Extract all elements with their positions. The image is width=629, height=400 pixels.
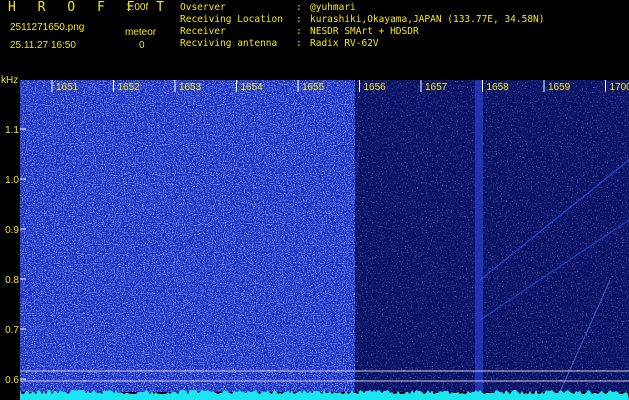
station-info: Ovserver: @yuhmari Receiving Location: kur… <box>180 2 545 50</box>
info-colon: : <box>296 26 302 37</box>
x-tick-label: 1658 <box>487 82 510 93</box>
info-value: Radix RV-62V <box>310 38 379 49</box>
x-tick-label: 1655 <box>302 82 325 93</box>
y-tick-label: 0.7 <box>5 325 19 336</box>
x-tick-label: 1657 <box>425 82 448 93</box>
x-tick-label: 1659 <box>548 82 571 93</box>
info-value: NESDR SMArt + HDSDR <box>310 26 419 37</box>
info-row: Receiver: NESDR SMArt + HDSDR <box>180 26 545 38</box>
y-tick-label: 1.0 <box>5 175 19 186</box>
signal-streak <box>475 80 483 392</box>
filename-label: 2511271650.png <box>10 22 85 33</box>
x-tick-label: 1656 <box>364 82 387 93</box>
info-row: Ovserver: @yuhmari <box>180 2 545 14</box>
x-tick-label: 1652 <box>118 82 141 93</box>
y-unit-label: kHz <box>1 75 19 86</box>
spectrogram-noise-dark <box>355 80 629 392</box>
info-colon: : <box>296 38 302 49</box>
meteor-label: meteor <box>125 27 157 38</box>
y-tick-label: 0.9 <box>5 225 19 236</box>
info-key: Ovserver <box>180 2 226 13</box>
info-colon: : <box>296 14 302 25</box>
info-row: Receiving Location: kurashiki,Okayama,JAP… <box>180 14 545 26</box>
info-key: Receiving Location <box>180 14 283 25</box>
y-tick-label: 0.8 <box>5 275 19 286</box>
y-tick-label: 1.1 <box>5 125 19 136</box>
x-tick-label: 1700 <box>610 82 629 93</box>
y-tick-label: 0.6 <box>5 375 19 386</box>
info-colon: : <box>296 2 302 13</box>
x-tick-label: 1654 <box>241 82 264 93</box>
info-value: kurashiki,Okayama,JAPAN (133.77E, 34.58N… <box>310 14 545 25</box>
info-key: Receiver <box>180 26 226 37</box>
header: H R O F F T 1.00f 2511271650.png 25.11.2… <box>0 0 629 73</box>
spectrogram: 1651 1652 1653 1654 1655 1656 1657 1658 1659 1700… <box>5 80 629 400</box>
info-key: Recviving antenna <box>180 38 278 49</box>
spectrogram-noise-bright <box>20 80 355 392</box>
timestamp-label: 25.11.27 16:50 <box>10 40 76 51</box>
version-label: 1.00f <box>126 2 149 13</box>
x-tick-label: 1651 <box>56 82 79 93</box>
meteor-count: 0 <box>139 40 145 51</box>
info-row: Recviving antenna: Radix RV-62V <box>180 38 545 50</box>
x-tick-label: 1653 <box>179 82 202 93</box>
info-value: @yuhmari <box>310 2 356 13</box>
